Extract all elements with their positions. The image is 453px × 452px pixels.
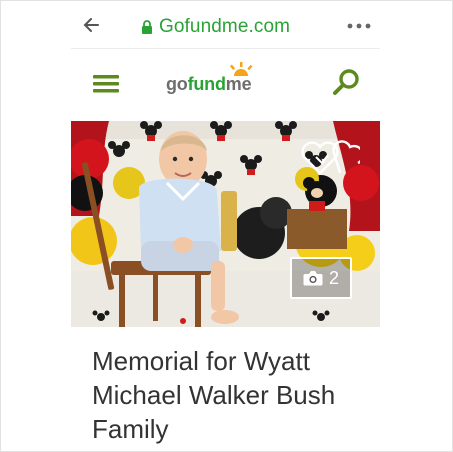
hamburger-menu-icon[interactable]: [93, 75, 119, 93]
arrow-left-icon[interactable]: [83, 18, 99, 32]
photo-count: 2: [328, 267, 339, 288]
camera-icon: [303, 271, 323, 286]
lock-icon: [142, 20, 152, 34]
gofundme-logo[interactable]: gofundme: [166, 62, 276, 102]
photo-count-button[interactable]: 2: [290, 257, 352, 299]
heart-logo-icon: [301, 140, 360, 175]
campaign-hero-image[interactable]: 2: [71, 121, 380, 327]
logo-accent: fund: [187, 74, 226, 94]
more-horizontal-icon[interactable]: [347, 23, 371, 29]
logo-prefix: go: [166, 74, 188, 94]
logo-wordmark: gofundme: [166, 74, 252, 95]
search-icon[interactable]: [333, 68, 361, 96]
site-header: gofundme: [71, 48, 380, 120]
browser-url-bar: Gofundme.com: [71, 0, 380, 49]
logo-suffix: me: [225, 74, 252, 94]
url-display[interactable]: Gofundme.com: [141, 16, 290, 38]
url-text: Gofundme.com: [159, 16, 291, 37]
campaign-title: Memorial for Wyatt Michael Walker Bush F…: [92, 346, 336, 444]
